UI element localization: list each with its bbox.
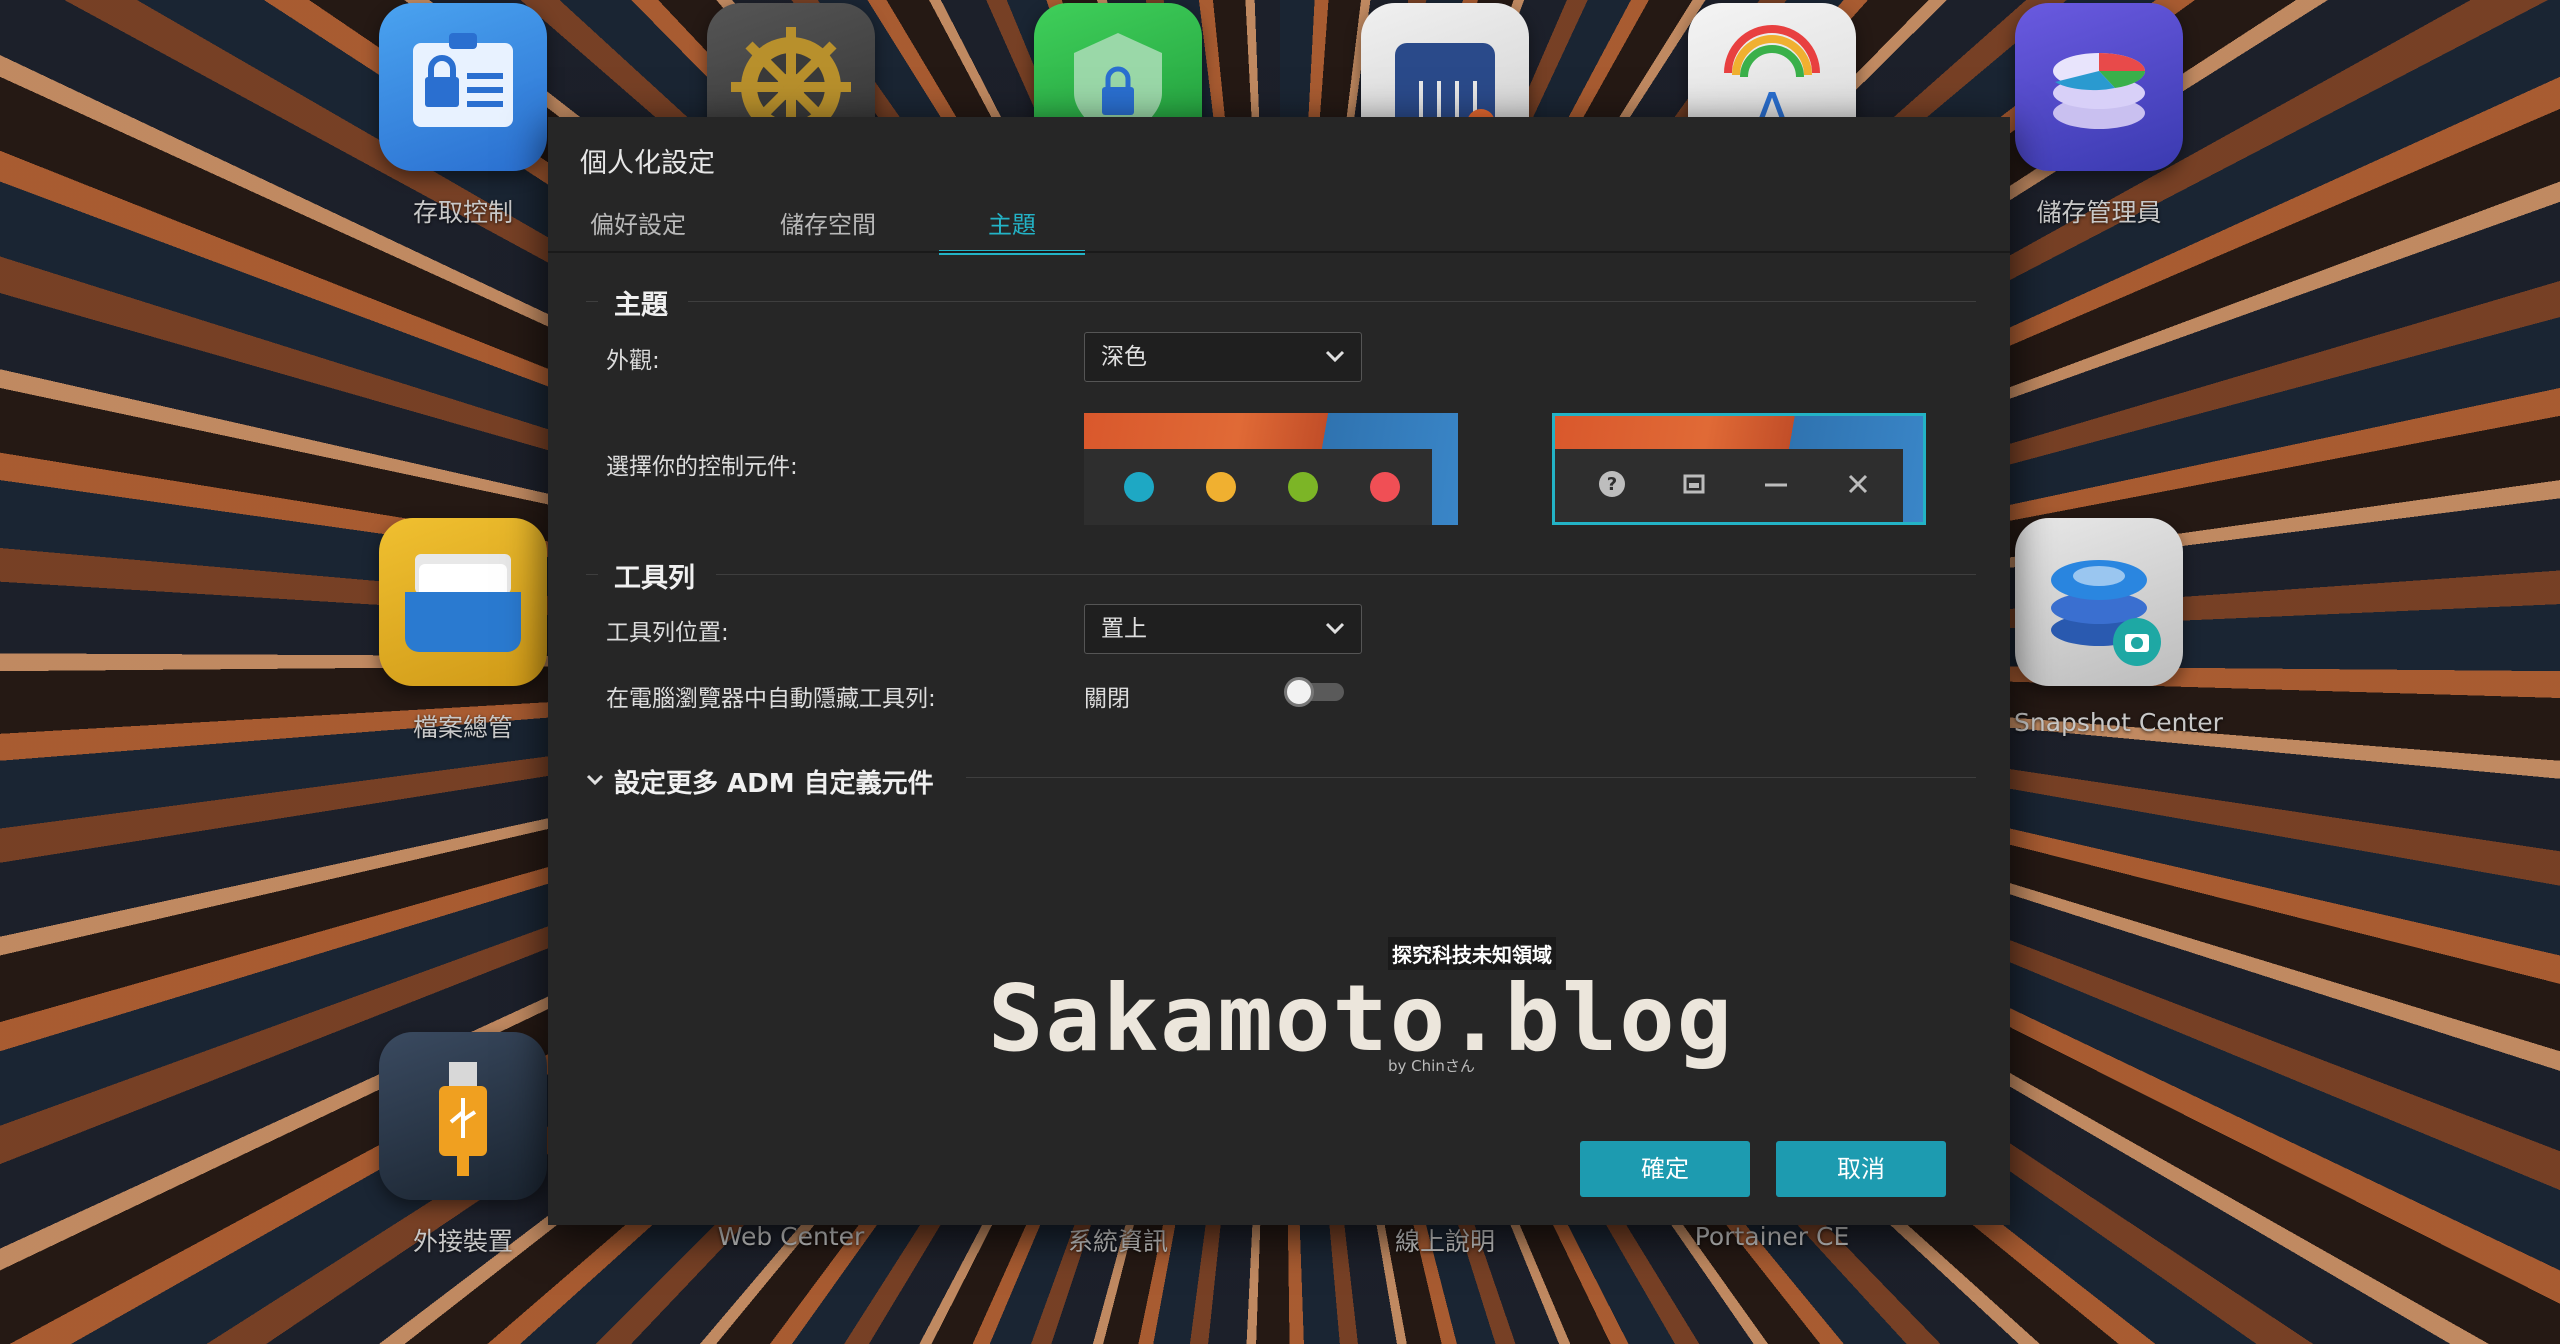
appearance-label: 外觀: bbox=[606, 348, 660, 374]
autohide-label: 在電腦瀏覽器中自動隱藏工具列: bbox=[606, 686, 936, 712]
app-snapshot-center[interactable]: Snapshot Center bbox=[2014, 518, 2223, 737]
close-icon bbox=[1848, 474, 1868, 494]
restore-icon bbox=[1683, 474, 1705, 494]
app-label: Portainer CE bbox=[1694, 1222, 1850, 1251]
yellow-dot-icon bbox=[1206, 472, 1236, 502]
toolbar-position-label: 工具列位置: bbox=[606, 620, 729, 646]
tab-storage[interactable]: 儲存空間 bbox=[758, 199, 898, 251]
help-icon: ? bbox=[1599, 471, 1625, 497]
tab-preferences[interactable]: 偏好設定 bbox=[568, 199, 708, 251]
file-explorer-icon bbox=[379, 518, 547, 686]
svg-text:?: ? bbox=[1607, 474, 1617, 495]
cancel-button[interactable]: 取消 bbox=[1776, 1141, 1946, 1197]
app-label: 外接裝置 bbox=[412, 1227, 513, 1256]
access-control-icon bbox=[379, 3, 547, 171]
section-divider bbox=[688, 301, 1976, 302]
chevron-down-icon bbox=[1325, 350, 1345, 363]
controls-label: 選擇你的控制元件: bbox=[606, 454, 798, 480]
section-divider bbox=[586, 574, 598, 575]
watermark-by: by Chinさん bbox=[1388, 1057, 1475, 1075]
watermark: Sakamoto.blog 探究科技未知領域 by Chinさん bbox=[988, 937, 1732, 1087]
autohide-toggle[interactable] bbox=[1284, 677, 1348, 707]
section-title-theme: 主題 bbox=[614, 290, 668, 321]
watermark-tag: 探究科技未知領域 bbox=[1388, 937, 1556, 970]
section-divider bbox=[716, 574, 1976, 575]
app-storage-manager[interactable]: 儲存管理員 bbox=[2014, 3, 2184, 229]
chevron-down-icon bbox=[1325, 622, 1345, 635]
personalization-dialog: 個人化設定 偏好設定 儲存空間 主題 主題 外觀: 深色 選擇你的控制元件: ? bbox=[548, 117, 2010, 1225]
app-label: 檔案總管 bbox=[412, 713, 513, 742]
minimize-icon bbox=[1765, 483, 1787, 487]
app-label: 存取控制 bbox=[412, 198, 513, 227]
chevron-down-icon bbox=[586, 774, 604, 786]
watermark-main: Sakamoto.blog bbox=[988, 965, 1735, 1072]
app-label: 線上說明 bbox=[1394, 1227, 1495, 1256]
snapshot-center-icon bbox=[2015, 518, 2183, 686]
green-dot-icon bbox=[1288, 472, 1318, 502]
app-access-control[interactable]: 存取控制 bbox=[378, 3, 548, 229]
toolbar-position-select[interactable]: 置上 bbox=[1084, 604, 1362, 654]
tab-theme[interactable]: 主題 bbox=[939, 199, 1085, 255]
app-external-devices[interactable]: 外接裝置 bbox=[378, 1032, 548, 1258]
external-devices-icon bbox=[379, 1032, 547, 1200]
storage-manager-icon bbox=[2015, 3, 2183, 171]
control-style-icons[interactable]: ? bbox=[1552, 413, 1926, 525]
control-style-color-dots[interactable] bbox=[1084, 413, 1458, 525]
section-divider bbox=[966, 777, 1976, 778]
red-dot-icon bbox=[1370, 472, 1400, 502]
appearance-select[interactable]: 深色 bbox=[1084, 332, 1362, 382]
more-widgets-expander[interactable]: 設定更多 ADM 自定義元件 bbox=[586, 763, 934, 799]
dialog-title: 個人化設定 bbox=[580, 148, 715, 179]
appearance-value: 深色 bbox=[1101, 344, 1147, 370]
tab-divider bbox=[548, 251, 2010, 253]
app-label: Snapshot Center bbox=[2014, 708, 2223, 737]
app-label: Web Center bbox=[717, 1222, 865, 1251]
more-widgets-label: 設定更多 ADM 自定義元件 bbox=[614, 769, 934, 799]
confirm-button[interactable]: 確定 bbox=[1580, 1141, 1750, 1197]
section-divider bbox=[586, 301, 598, 302]
app-file-explorer[interactable]: 檔案總管 bbox=[378, 518, 548, 744]
app-label: 系統資訊 bbox=[1067, 1227, 1168, 1256]
app-label: 儲存管理員 bbox=[2036, 198, 2162, 227]
section-title-toolbar: 工具列 bbox=[614, 563, 695, 594]
autohide-status: 關閉 bbox=[1084, 686, 1130, 712]
toolbar-position-value: 置上 bbox=[1101, 616, 1147, 642]
teal-dot-icon bbox=[1124, 472, 1154, 502]
